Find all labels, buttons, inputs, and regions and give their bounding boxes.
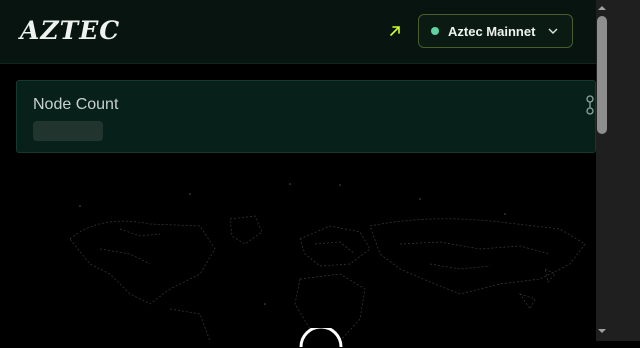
scroll-down-arrow-icon[interactable] xyxy=(597,326,607,336)
link-icon[interactable] xyxy=(585,95,595,115)
card-title: Node Count xyxy=(33,96,119,113)
network-selector[interactable]: Aztec Mainnet xyxy=(418,14,573,48)
node-count-loading-skeleton xyxy=(33,121,103,141)
chevron-down-icon xyxy=(548,28,558,34)
scrollbar-thumb[interactable] xyxy=(597,16,607,134)
node-count-card: Node Count xyxy=(16,80,596,153)
scroll-up-arrow-icon[interactable] xyxy=(597,3,607,13)
network-status-dot xyxy=(431,27,439,35)
network-label: Aztec Mainnet xyxy=(448,23,536,39)
aztec-logo[interactable]: AZTEC xyxy=(20,16,120,45)
arrow-up-right-icon xyxy=(390,26,400,36)
world-map xyxy=(69,183,586,341)
header: AZTEC Aztec Mainnet xyxy=(0,0,596,64)
loading-spinner-icon xyxy=(299,328,343,348)
external-link-button[interactable] xyxy=(385,21,405,41)
